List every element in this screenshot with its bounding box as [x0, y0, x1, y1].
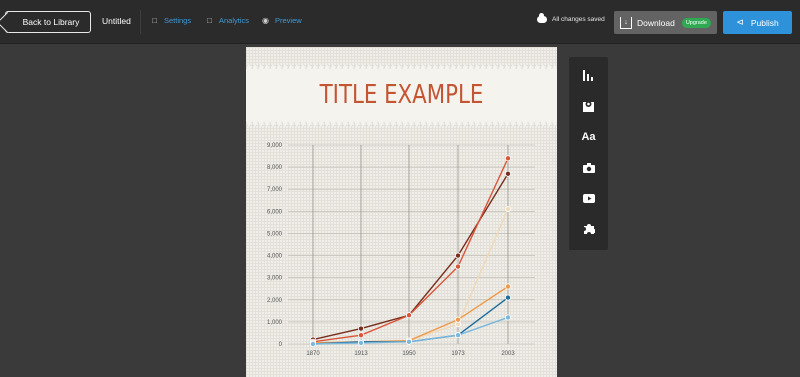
widget-tool[interactable] — [569, 214, 608, 244]
x-tick-label: 1950 — [402, 351, 416, 357]
analytics-label: Analytics — [219, 16, 250, 25]
video-tool[interactable] — [569, 183, 608, 213]
map-tool[interactable] — [569, 91, 608, 121]
settings-link[interactable]: □ Settings — [150, 16, 191, 25]
save-status-text: All changes saved — [552, 16, 605, 23]
x-tick-label: 2003 — [501, 351, 515, 357]
back-to-library-label: Back to Library — [22, 17, 80, 27]
video-icon — [582, 193, 595, 203]
infographic-canvas[interactable]: TITLE EXAMPLE 0 1,000 2,000 3,000 4,000 5,000… — [246, 47, 557, 377]
data-point — [405, 338, 412, 345]
data-point — [454, 263, 461, 270]
infographic-title[interactable]: TITLE EXAMPLE — [274, 80, 529, 110]
y-tick-label: 5,000 — [267, 231, 283, 237]
upgrade-badge[interactable]: Upgrade — [681, 17, 711, 28]
x-tick-label: 1973 — [451, 351, 465, 357]
document-title[interactable]: Untitled — [102, 16, 131, 26]
eye-icon: ◉ — [262, 16, 269, 25]
settings-label: Settings — [164, 16, 192, 25]
download-button[interactable]: ↓ Download Upgrade — [614, 11, 717, 34]
data-point — [454, 332, 461, 339]
data-point — [358, 339, 365, 346]
download-icon: ↓ — [620, 16, 632, 29]
y-tick-label: 3,000 — [267, 276, 283, 282]
data-point — [310, 340, 317, 347]
y-tick-label: 1,000 — [267, 320, 283, 326]
data-point — [358, 332, 365, 339]
publish-button[interactable]: ⊲ Publish — [723, 11, 792, 34]
preview-label: Preview — [275, 16, 302, 25]
publish-label: Publish — [750, 17, 779, 28]
preview-link[interactable]: ◉ Preview — [261, 16, 302, 25]
y-tick-label: 6,000 — [267, 209, 283, 215]
download-label: Download — [637, 17, 675, 28]
share-icon: ⊲ — [736, 17, 744, 27]
data-point — [405, 312, 412, 319]
data-point — [504, 283, 511, 290]
map-icon — [583, 101, 594, 112]
series-line — [312, 208, 509, 344]
camera-icon — [582, 163, 595, 173]
photo-tool[interactable] — [569, 153, 608, 183]
data-point — [504, 314, 511, 321]
text-tool[interactable]: Aa — [569, 122, 608, 152]
y-tick-label: 0 — [279, 342, 283, 348]
data-point — [454, 316, 461, 323]
document-gear-icon: □ — [152, 16, 157, 25]
data-point — [504, 155, 511, 162]
insert-toolbar: Aa — [569, 57, 608, 250]
x-tick-label: 1870 — [306, 351, 320, 357]
y-tick-label: 7,000 — [267, 187, 283, 193]
x-tick-label: 1913 — [354, 351, 368, 357]
zigzag-top — [246, 64, 557, 70]
data-point — [358, 325, 365, 332]
cloud-icon — [537, 13, 547, 23]
data-point — [504, 206, 511, 213]
divider — [140, 10, 141, 34]
back-to-library-button[interactable]: Back to Library — [5, 11, 91, 33]
data-point — [504, 170, 511, 177]
y-tick-label: 9,000 — [267, 143, 283, 149]
chart-tool[interactable] — [569, 60, 608, 90]
line-chart[interactable]: 0 1,000 2,000 3,000 4,000 5,000 6,000 7,000 8,00… — [246, 127, 557, 367]
series-line — [312, 297, 509, 345]
y-tick-label: 4,000 — [267, 254, 283, 260]
text-icon: Aa — [581, 131, 596, 143]
puzzle-icon — [583, 224, 595, 234]
top-toolbar: Back to Library Untitled □ Settings □ An… — [0, 0, 800, 44]
y-tick-label: 2,000 — [267, 298, 283, 304]
data-point — [504, 294, 511, 301]
analytics-link[interactable]: □ Analytics — [205, 16, 249, 25]
document-chart-icon: □ — [207, 16, 212, 25]
save-status: All changes saved — [537, 13, 605, 23]
data-point — [454, 252, 461, 259]
y-tick-label: 8,000 — [267, 165, 283, 171]
chart-icon — [583, 69, 593, 81]
